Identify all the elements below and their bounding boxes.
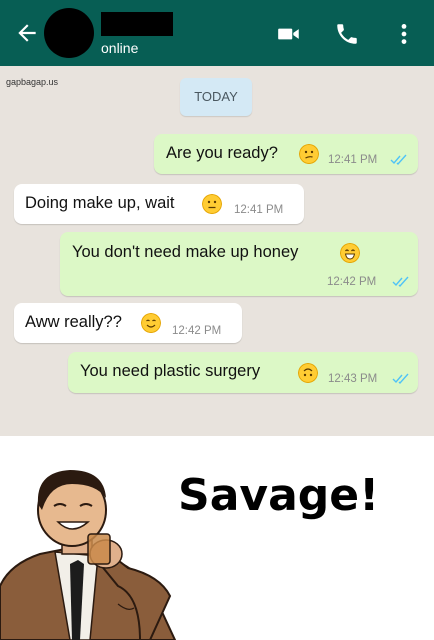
phone-icon[interactable] <box>334 21 360 47</box>
message-text: Aww really?? <box>25 313 122 331</box>
chat-header: online <box>0 0 434 66</box>
message-text: Doing make up, wait <box>25 194 175 212</box>
message-incoming[interactable]: Doing make up, wait 12:41 PM <box>14 184 304 224</box>
meme-panel: Savage! <box>0 436 434 640</box>
message-time: 12:42 PM <box>172 325 222 337</box>
contact-status: online <box>101 40 139 56</box>
message-text: You need plastic surgery <box>80 362 261 380</box>
more-options-icon[interactable] <box>391 21 417 47</box>
message-outgoing[interactable]: You don't need make up honey 12:42 PM <box>60 232 418 296</box>
laughing-man-illustration <box>0 470 177 640</box>
message-incoming[interactable]: Aww really?? 12:42 PM <box>14 303 242 343</box>
message-time: 12:41 PM <box>328 154 378 166</box>
smiling-face-icon <box>141 313 161 333</box>
date-chip: TODAY <box>180 78 252 116</box>
contact-name-redacted[interactable] <box>101 12 173 36</box>
read-ticks-icon <box>392 373 409 385</box>
confused-face-icon <box>299 144 319 164</box>
read-ticks-icon <box>390 154 407 166</box>
contact-avatar[interactable] <box>44 8 94 58</box>
message-text: Are you ready? <box>166 144 278 162</box>
chat-area[interactable]: gapbagap.us TODAY Are you ready? 12:41 P… <box>0 66 434 436</box>
caption-savage: Savage! <box>178 470 380 521</box>
message-time: 12:43 PM <box>328 373 378 385</box>
back-arrow-icon[interactable] <box>14 20 40 46</box>
upside-down-face-icon <box>298 363 318 383</box>
read-ticks-icon <box>392 276 409 288</box>
grinning-face-icon <box>340 243 360 263</box>
message-outgoing[interactable]: Are you ready? 12:41 PM <box>154 134 418 174</box>
message-time: 12:41 PM <box>234 204 284 216</box>
message-text: You don't need make up honey <box>72 243 299 261</box>
video-call-icon[interactable] <box>276 21 302 47</box>
message-time: 12:42 PM <box>327 276 377 288</box>
watermark: gapbagap.us <box>6 77 59 87</box>
message-outgoing[interactable]: You need plastic surgery 12:43 PM <box>68 352 418 393</box>
neutral-face-icon <box>202 194 222 214</box>
